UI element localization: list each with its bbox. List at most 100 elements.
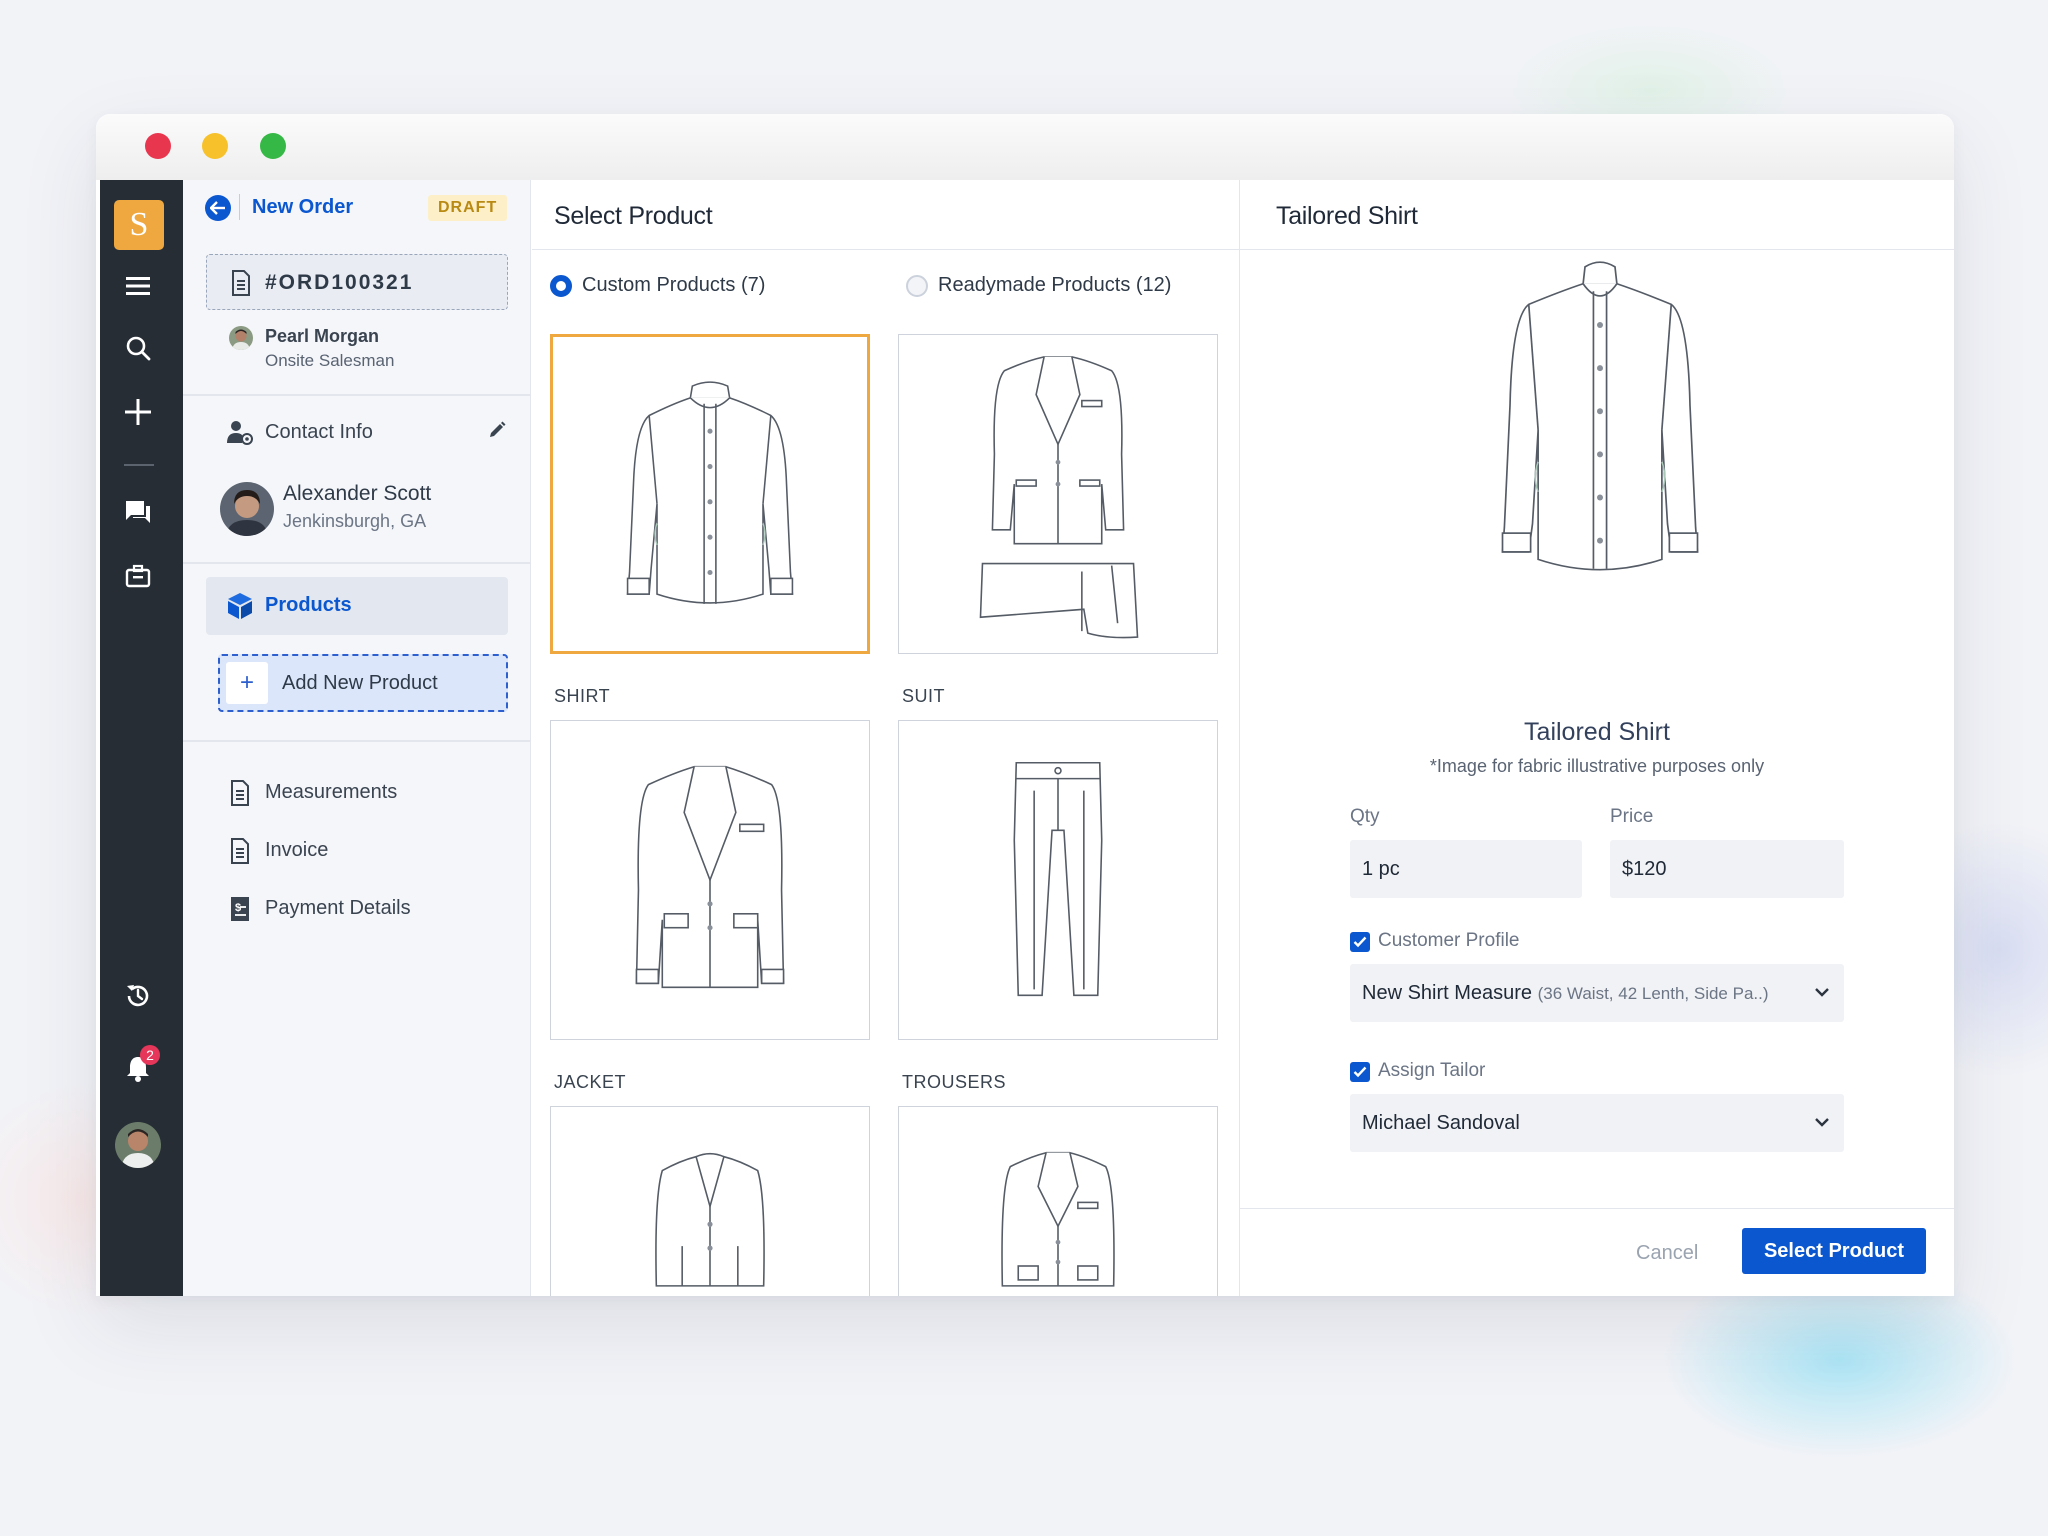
order-id: #ORD100321 xyxy=(265,271,414,294)
customer-profile-detail: (36 Waist, 42 Lenth, Side Pa..) xyxy=(1537,984,1769,1003)
sidebar-item-products[interactable]: Products xyxy=(206,577,508,635)
product-label-jacket: JACKET xyxy=(554,1072,627,1092)
customer-profile-checkbox[interactable] xyxy=(1350,932,1370,952)
assign-tailor-checkbox[interactable] xyxy=(1350,1062,1370,1082)
select-product-panel: Select Product Custom Products (7) Ready… xyxy=(532,180,1240,1296)
detail-footer-divider xyxy=(1240,1208,1954,1209)
price-input[interactable]: $120 xyxy=(1610,840,1844,898)
custom-products-label: Custom Products (7) xyxy=(582,274,766,296)
user-avatar[interactable] xyxy=(115,1122,161,1168)
chevron-down-icon xyxy=(1815,988,1829,997)
minimize-window-button[interactable] xyxy=(202,133,228,159)
status-badge: DRAFT xyxy=(428,195,508,221)
checkmark-icon xyxy=(1353,936,1367,948)
trousers-illustration xyxy=(1013,761,1103,997)
product-name: Tailored Shirt xyxy=(1524,718,1670,746)
briefcase-icon[interactable] xyxy=(120,558,156,594)
back-arrow-icon[interactable] xyxy=(205,195,231,221)
product-card-suit[interactable] xyxy=(898,334,1218,654)
sidebar-divider xyxy=(183,740,531,742)
invoice-label: Invoice xyxy=(265,839,329,861)
qty-input[interactable]: 1 pc xyxy=(1350,840,1582,898)
window-titlebar xyxy=(96,114,1954,180)
add-icon[interactable] xyxy=(120,394,156,430)
product-card-shirt[interactable] xyxy=(550,334,870,654)
product-card-vest[interactable] xyxy=(550,1106,870,1296)
product-card-jacket[interactable] xyxy=(550,720,870,1040)
radio-on-icon xyxy=(550,274,572,297)
customer-profile-label: Customer Profile xyxy=(1378,930,1520,951)
product-label-shirt: SHIRT xyxy=(554,686,611,706)
new-order-title[interactable]: New Order xyxy=(239,194,353,220)
app-window: S 2 New Order DRAFT #ORD100321 Pearl Mor… xyxy=(96,114,1954,1296)
image-disclaimer: *Image for fabric illustrative purposes … xyxy=(1429,756,1765,776)
cancel-button[interactable]: Cancel xyxy=(1636,1242,1698,1265)
order-id-box[interactable]: #ORD100321 xyxy=(206,254,508,310)
contact-info-label: Contact Info xyxy=(265,421,373,443)
salesman-name: Pearl Morgan xyxy=(265,326,380,346)
assign-tailor-value: Michael Sandoval xyxy=(1362,1112,1520,1134)
contact-icon xyxy=(226,419,254,447)
qty-label: Qty xyxy=(1350,806,1380,827)
add-new-product-label: Add New Product xyxy=(282,672,438,694)
pencil-icon[interactable] xyxy=(488,421,506,444)
payment-details-label: Payment Details xyxy=(265,897,411,919)
close-window-button[interactable] xyxy=(145,133,171,159)
detail-title: Tailored Shirt xyxy=(1276,202,1418,230)
sidebar-item-payment-details[interactable]: $ Payment Details xyxy=(206,880,508,938)
search-icon[interactable] xyxy=(120,330,156,366)
salesman-role: Onsite Salesman xyxy=(265,351,395,370)
products-label: Products xyxy=(265,594,352,616)
bell-icon[interactable]: 2 xyxy=(120,1045,160,1086)
chevron-down-icon xyxy=(1815,1118,1829,1127)
cube-icon xyxy=(226,592,254,620)
product-preview-image xyxy=(1450,240,1750,590)
chat-icon[interactable] xyxy=(120,494,156,530)
add-new-product-button[interactable]: + Add New Product xyxy=(218,654,508,712)
assign-tailor-label: Assign Tailor xyxy=(1378,1060,1486,1081)
shirt-illustration xyxy=(1501,261,1699,571)
readymade-products-label: Readymade Products (12) xyxy=(938,274,1172,296)
customer-profile-value: New Shirt Measure xyxy=(1362,982,1533,1004)
product-label-suit: SUIT xyxy=(902,686,946,706)
customer-avatar xyxy=(220,482,274,536)
svg-text:$: $ xyxy=(235,902,241,914)
select-product-title: Select Product xyxy=(554,202,713,230)
document-icon xyxy=(226,779,254,807)
contact-info-row[interactable]: Contact Info xyxy=(206,404,508,462)
coat-illustration xyxy=(1001,1151,1115,1287)
sidebar-item-measurements[interactable]: Measurements xyxy=(206,764,508,822)
order-sidebar: New Order DRAFT #ORD100321 Pearl Morgan … xyxy=(183,180,531,1296)
sidebar-divider xyxy=(183,394,531,396)
sidebar-item-invoice[interactable]: Invoice xyxy=(206,822,508,880)
customer-location: Jenkinsburgh, GA xyxy=(283,511,427,531)
radio-off-icon xyxy=(906,274,928,297)
product-card-trousers[interactable] xyxy=(898,720,1218,1040)
assign-tailor-select[interactable]: Michael Sandoval xyxy=(1350,1094,1844,1152)
document-icon xyxy=(226,837,254,865)
plus-icon: + xyxy=(226,662,268,704)
product-detail-panel: Tailored Shirt Tailored Shirt *Image for… xyxy=(1240,180,1954,1296)
shirt-illustration xyxy=(626,381,794,604)
app-logo[interactable]: S xyxy=(114,200,164,250)
salesman-avatar xyxy=(229,326,253,350)
select-product-button[interactable]: Select Product xyxy=(1742,1228,1926,1274)
menu-icon[interactable] xyxy=(120,268,156,304)
notification-badge: 2 xyxy=(140,1045,160,1065)
history-icon[interactable] xyxy=(120,978,156,1014)
readymade-products-radio[interactable]: Readymade Products (12) xyxy=(906,274,1171,297)
receipt-icon: $ xyxy=(226,895,254,923)
measurements-label: Measurements xyxy=(265,781,398,803)
sidebar-divider xyxy=(183,562,531,564)
vest-illustration xyxy=(655,1152,765,1287)
customer-name: Alexander Scott xyxy=(283,482,432,505)
product-card-coat[interactable] xyxy=(898,1106,1218,1296)
icon-rail: S 2 xyxy=(100,180,183,1296)
suit-illustration xyxy=(979,356,1139,639)
customer-profile-select[interactable]: New Shirt Measure (36 Waist, 42 Lenth, S… xyxy=(1350,964,1844,1022)
maximize-window-button[interactable] xyxy=(260,133,286,159)
select-product-header: Select Product xyxy=(532,180,1239,250)
product-label-trousers: TROUSERS xyxy=(902,1072,1007,1092)
custom-products-radio[interactable]: Custom Products (7) xyxy=(550,274,765,297)
document-icon xyxy=(232,270,250,296)
